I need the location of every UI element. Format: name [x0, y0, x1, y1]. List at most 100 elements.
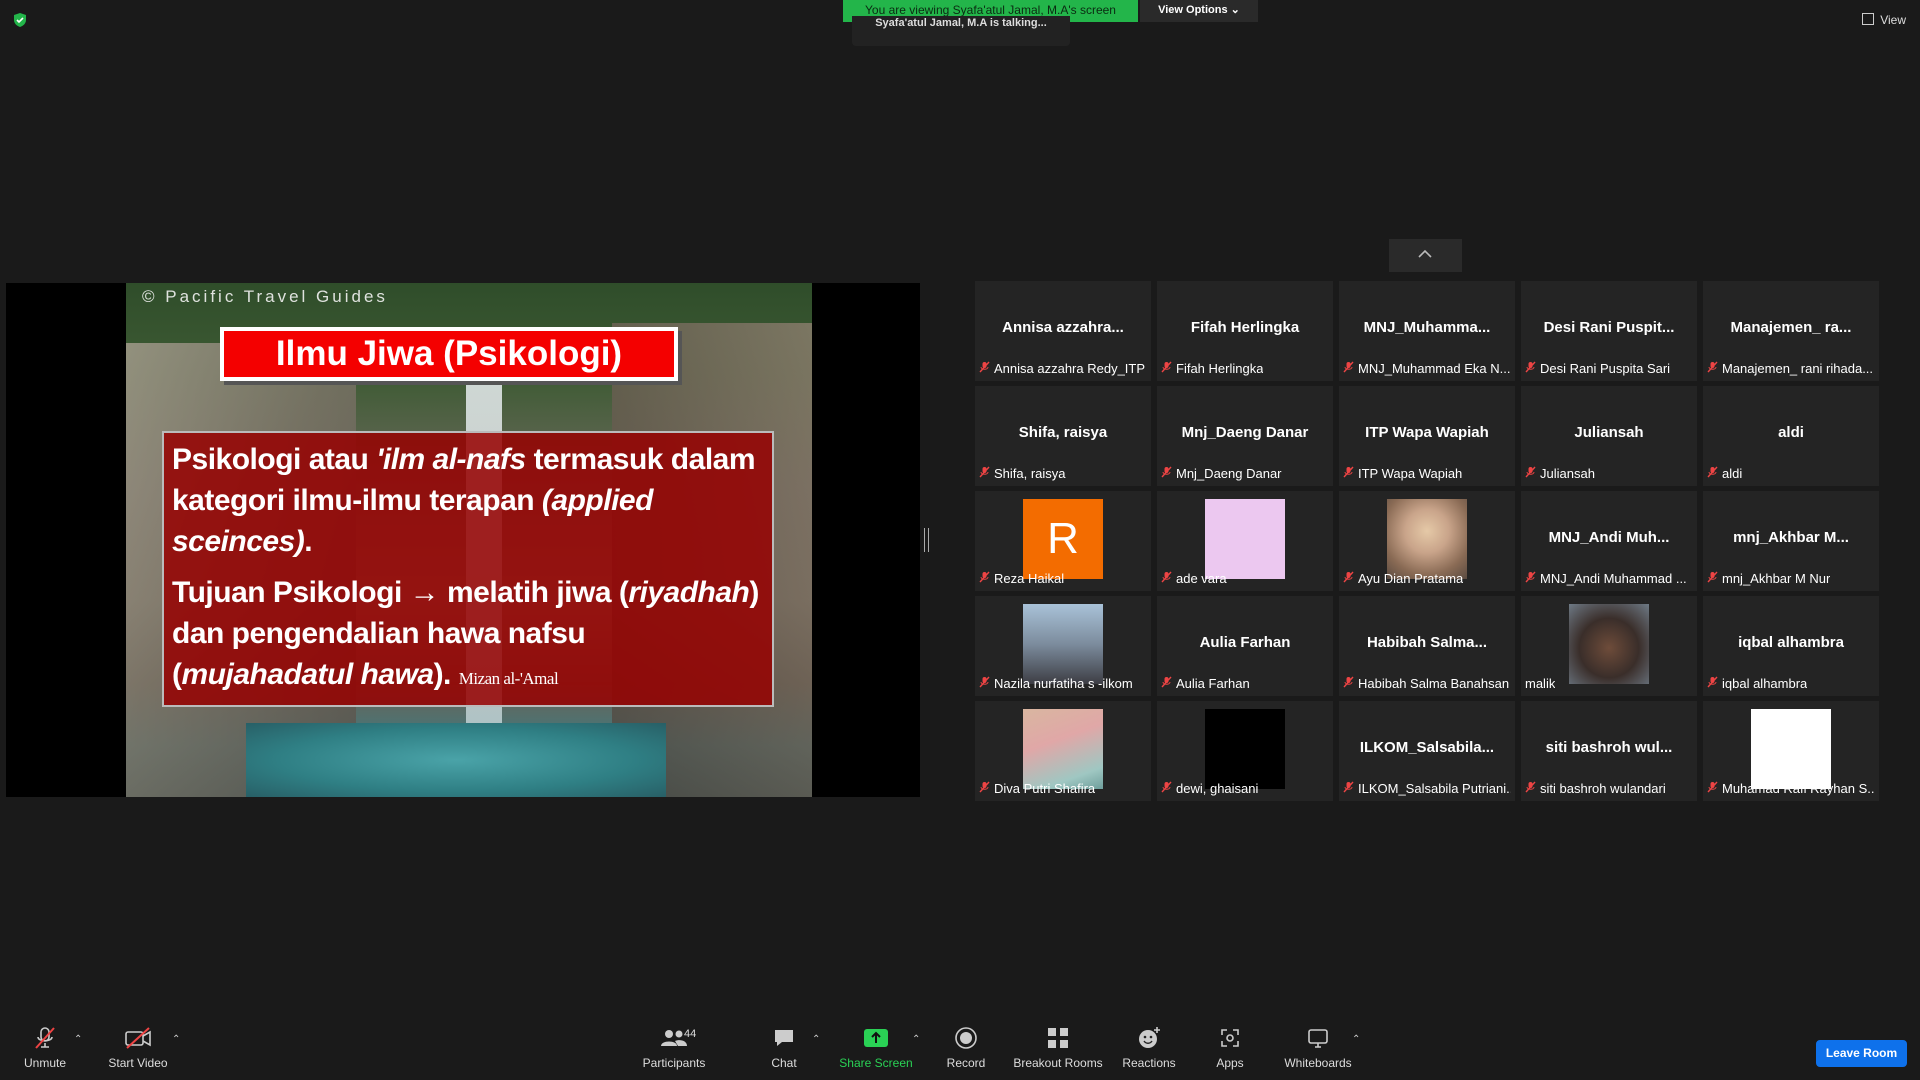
participant-tile[interactable]: MNJ_Andi Muh... MNJ_Andi Muhammad ...: [1521, 491, 1697, 591]
participant-display-name: Desi Rani Puspit...: [1543, 319, 1675, 336]
participant-display-name: Annisa azzahra...: [1002, 319, 1124, 336]
slide-paragraph-1: Psikologi atau 'ilm al-nafs termasuk dal…: [172, 443, 756, 558]
participant-tile[interactable]: Fifah Herlingka Fifah Herlingka: [1157, 281, 1333, 381]
muted-microphone-icon: [1707, 466, 1718, 481]
participant-tile[interactable]: Muhamad Rafi Rayhan S...: [1703, 701, 1879, 801]
apps-button[interactable]: Apps: [1210, 1024, 1250, 1070]
view-options-button[interactable]: View Options ⌄: [1140, 0, 1258, 22]
muted-microphone-icon: [1707, 676, 1718, 691]
slide-title-frame: Ilmu Jiwa (Psikologi): [220, 327, 678, 381]
muted-microphone-icon: [1343, 571, 1354, 586]
participants-label: Participants: [642, 1056, 706, 1070]
participant-tile[interactable]: Diva Putri Shafira: [975, 701, 1151, 801]
participant-tile[interactable]: R Reza Haikal: [975, 491, 1151, 591]
participant-name-text: Diva Putri Shafira: [994, 781, 1096, 796]
meeting-toolbar: Unmute ⌃ Start Video ⌃ 44 Participants C…: [0, 1016, 1920, 1080]
participant-name-label: Manajemen_ rani rihada...: [1707, 361, 1873, 376]
participant-tile[interactable]: Aulia Farhan Aulia Farhan: [1157, 596, 1333, 696]
start-video-button[interactable]: Start Video: [102, 1024, 174, 1070]
participant-name-label: Nazila nurfatiha s -ilkom: [979, 676, 1133, 691]
participant-name-label: malik: [1525, 676, 1555, 691]
chat-options-caret-icon[interactable]: ⌃: [812, 1034, 820, 1045]
security-shield-icon[interactable]: [12, 12, 28, 28]
muted-microphone-icon: [1343, 361, 1354, 376]
whiteboard-options-caret-icon[interactable]: ⌃: [1352, 1034, 1360, 1045]
muted-microphone-icon: [1525, 781, 1536, 796]
participant-name-text: Habibah Salma Banahsan: [1358, 676, 1510, 691]
reactions-label: Reactions: [1122, 1056, 1176, 1070]
participant-name-text: dewi, ghaisani: [1176, 781, 1259, 796]
apps-icon: [1221, 1029, 1239, 1047]
participant-name-label: Fifah Herlingka: [1161, 361, 1263, 376]
whiteboards-label: Whiteboards: [1284, 1056, 1352, 1070]
whiteboards-button[interactable]: Whiteboards: [1280, 1024, 1356, 1070]
participant-tile[interactable]: malik: [1521, 596, 1697, 696]
participant-name-text: mnj_Akhbar M Nur: [1722, 571, 1831, 586]
participant-tile[interactable]: ILKOM_Salsabila... ILKOM_Salsabila Putria…: [1339, 701, 1515, 801]
participant-tile[interactable]: Habibah Salma... Habibah Salma Banahsan: [1339, 596, 1515, 696]
audio-options-caret-icon[interactable]: ⌃: [74, 1034, 82, 1045]
share-options-caret-icon[interactable]: ⌃: [912, 1034, 920, 1045]
muted-microphone-icon: [1343, 676, 1354, 691]
participant-name-text: Annisa azzahra Redy_ITP: [994, 361, 1146, 376]
participant-tile[interactable]: ade vara: [1157, 491, 1333, 591]
video-off-icon: [125, 1027, 151, 1049]
muted-microphone-icon: [1161, 676, 1172, 691]
participant-avatar: [1023, 709, 1103, 789]
participant-tile[interactable]: Ayu Dian Pratama: [1339, 491, 1515, 591]
video-options-caret-icon[interactable]: ⌃: [172, 1034, 180, 1045]
record-button[interactable]: Record: [940, 1024, 992, 1070]
reactions-smiley-icon: [1139, 1027, 1160, 1048]
layout-icon: [1862, 13, 1875, 25]
leave-room-button[interactable]: Leave Room: [1816, 1040, 1907, 1067]
participant-tile[interactable]: iqbal alhambra iqbal alhambra: [1703, 596, 1879, 696]
participant-name-text: Shifa, raisya: [994, 466, 1066, 481]
participant-display-name: aldi: [1778, 424, 1804, 441]
participant-tile[interactable]: ITP Wapa Wapiah ITP Wapa Wapiah: [1339, 386, 1515, 486]
presentation-slide: © Pacific Travel Guides Ilmu Jiwa (Psiko…: [126, 283, 812, 797]
participant-tile[interactable]: Shifa, raisya Shifa, raisya: [975, 386, 1151, 486]
breakout-rooms-label: Breakout Rooms: [1013, 1056, 1103, 1070]
participants-button[interactable]: 44 Participants: [636, 1024, 712, 1070]
participant-display-name: siti bashroh wul...: [1545, 739, 1673, 756]
participant-name-label: iqbal alhambra: [1707, 676, 1807, 691]
panel-resize-handle[interactable]: [924, 528, 929, 552]
muted-microphone-icon: [979, 571, 990, 586]
participant-tile[interactable]: siti bashroh wul... siti bashroh wulandar…: [1521, 701, 1697, 801]
muted-microphone-icon: [1161, 781, 1172, 796]
unmute-button[interactable]: Unmute: [14, 1024, 76, 1070]
participant-name-label: MNJ_Muhammad Eka N...: [1343, 361, 1510, 376]
participant-display-name: Aulia Farhan: [1199, 634, 1291, 651]
slide-title: Ilmu Jiwa (Psikologi): [224, 331, 674, 377]
participant-name-label: Muhamad Rafi Rayhan S...: [1707, 781, 1875, 796]
participant-name-label: MNJ_Andi Muhammad ...: [1525, 571, 1687, 586]
reactions-button[interactable]: Reactions: [1120, 1024, 1178, 1070]
participant-tile[interactable]: Juliansah Juliansah: [1521, 386, 1697, 486]
view-button[interactable]: View: [1862, 13, 1906, 27]
participant-name-label: siti bashroh wulandari: [1525, 781, 1666, 796]
participant-tile[interactable]: Mnj_Daeng Danar Mnj_Daeng Danar: [1157, 386, 1333, 486]
muted-microphone-icon: [1707, 781, 1718, 796]
participant-tile[interactable]: Desi Rani Puspit... Desi Rani Puspita Sar…: [1521, 281, 1697, 381]
gallery-page-up-button[interactable]: [1389, 239, 1462, 272]
participant-name-text: MNJ_Andi Muhammad ...: [1540, 571, 1687, 586]
participant-display-name: Fifah Herlingka: [1190, 319, 1300, 336]
breakout-rooms-button[interactable]: Breakout Rooms: [1012, 1024, 1104, 1070]
participant-tile[interactable]: MNJ_Muhamma... MNJ_Muhammad Eka N...: [1339, 281, 1515, 381]
share-screen-button[interactable]: Share Screen: [836, 1024, 916, 1070]
participant-display-name: MNJ_Andi Muh...: [1548, 529, 1670, 546]
participant-tile[interactable]: mnj_Akhbar M... mnj_Akhbar M Nur: [1703, 491, 1879, 591]
participant-tile[interactable]: Nazila nurfatiha s -ilkom: [975, 596, 1151, 696]
participant-name-label: dewi, ghaisani: [1161, 781, 1258, 796]
participant-name-text: ade vara: [1176, 571, 1227, 586]
participant-avatar: [1205, 709, 1285, 789]
whiteboard-icon: [1308, 1029, 1328, 1048]
participant-tile[interactable]: aldi aldi: [1703, 386, 1879, 486]
participant-tile[interactable]: Annisa azzahra... Annisa azzahra Redy_ITP: [975, 281, 1151, 381]
participant-tile[interactable]: Manajemen_ ra... Manajemen_ rani rihada..…: [1703, 281, 1879, 381]
chat-button[interactable]: Chat: [760, 1024, 808, 1070]
participant-tile[interactable]: dewi, ghaisani: [1157, 701, 1333, 801]
share-screen-label: Share Screen: [839, 1056, 913, 1070]
muted-microphone-icon: [1343, 466, 1354, 481]
participant-name-label: Habibah Salma Banahsan: [1343, 676, 1509, 691]
